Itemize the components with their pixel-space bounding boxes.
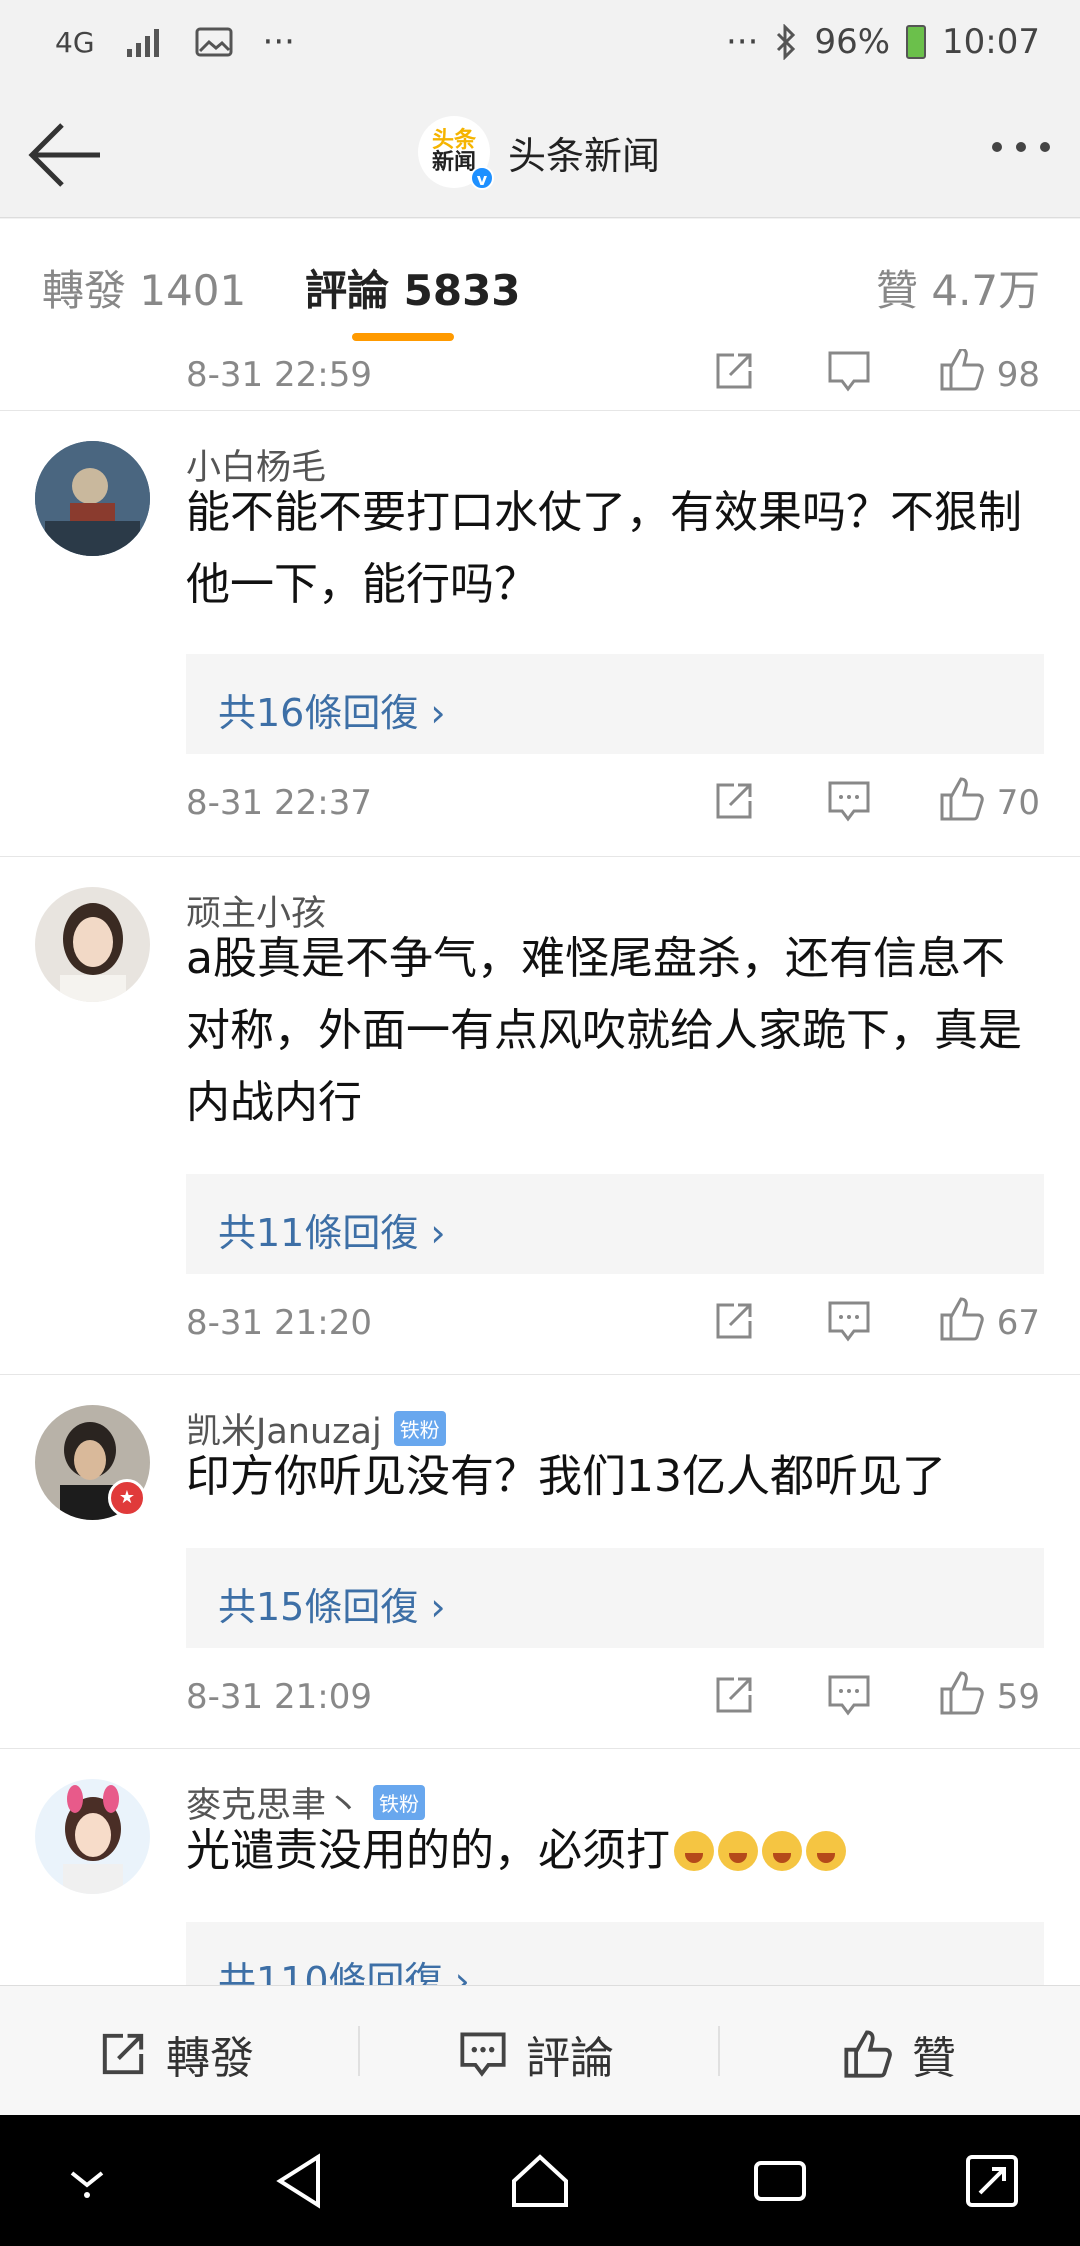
comment-icon[interactable]: [826, 779, 872, 823]
replies-count: 共16條回復 ›: [218, 691, 446, 735]
verified-badge-icon: v: [470, 166, 494, 190]
replies-link[interactable]: 共15條回復 ›: [186, 1548, 1044, 1648]
clock: 10:07: [942, 22, 1040, 62]
repost-button[interactable]: 轉發: [98, 2022, 254, 2086]
like-label: 贊: [912, 2033, 956, 2084]
comment-time: 8-31 22:37: [186, 783, 372, 823]
more-notifications: ···: [262, 22, 295, 62]
hide-keyboard-icon[interactable]: [62, 2161, 112, 2201]
like-button[interactable]: 贊: [842, 2022, 956, 2086]
more-options-icon[interactable]: [992, 142, 1050, 152]
comment-meta: 8-31 21:20 67: [186, 1295, 1046, 1355]
comment-list[interactable]: 8-31 22:59 98 小白杨毛 能不能不要打口水仗了，有效果吗？不狠制他一…: [0, 349, 1080, 1985]
like-count: 98: [996, 355, 1040, 395]
like-count: 59: [996, 1677, 1040, 1717]
comment-button[interactable]: 評論: [458, 2022, 614, 2086]
comment-meta: 8-31 21:09 59: [186, 1669, 1046, 1729]
recents-nav-icon[interactable]: [750, 2151, 810, 2211]
tab-indicator: [352, 333, 454, 341]
repost-label: 轉發: [166, 2033, 254, 2084]
comment-text: 光谴责没用的的，必须打: [186, 1815, 1046, 1887]
like-count: 67: [996, 1303, 1040, 1343]
verified-star-icon: ★: [108, 1479, 146, 1517]
bottom-action-bar: 轉發 評論 贊: [0, 1985, 1080, 2115]
tab-likes[interactable]: 贊 4.7万: [876, 257, 1040, 318]
comment-text: a股真是不争气，难怪尾盘杀，还有信息不对称，外面一有点风吹就给人家跪下，真是内战…: [186, 933, 1022, 1128]
like-icon: [844, 2030, 892, 2078]
share-icon: [102, 2033, 144, 2075]
comment-time: 8-31 21:09: [186, 1677, 372, 1717]
comment-time: 8-31 21:20: [186, 1303, 372, 1343]
comment-item: 小白杨毛 能不能不要打口水仗了，有效果吗？不狠制他一下，能行吗？ 共16條回復 …: [0, 411, 1080, 857]
replies-count: 共15條回復 ›: [218, 1585, 446, 1629]
like-icon[interactable]: [938, 1669, 986, 1717]
comment-icon: [460, 2032, 506, 2077]
like-icon[interactable]: [938, 349, 986, 393]
account-info[interactable]: 头条 新闻 v 头条新闻: [418, 116, 661, 190]
comment-icon[interactable]: [826, 349, 872, 393]
comment-item: 顽主小孩 a股真是不争气，难怪尾盘杀，还有信息不对称，外面一有点风吹就给人家跪下…: [0, 857, 1080, 1375]
comment-text-content: 光谴责没用的的，必须打: [186, 1825, 670, 1876]
comment-time: 8-31 22:59: [186, 355, 372, 395]
angry-emoji-icon: [806, 1831, 846, 1871]
home-nav-icon[interactable]: [508, 2151, 572, 2211]
tab-repost[interactable]: 轉發 1401: [42, 257, 246, 318]
comment-icon[interactable]: [826, 1673, 872, 1717]
comment-item: ★ 凯米Januzaj 铁粉 印方你听见没有？我们13亿人都听见了 共15條回復…: [0, 1375, 1080, 1749]
divider: [358, 2026, 360, 2076]
avatar[interactable]: [35, 887, 150, 1002]
back-arrow-icon[interactable]: [28, 120, 108, 190]
angry-emoji-icon: [674, 1831, 714, 1871]
like-icon[interactable]: [938, 775, 986, 823]
replies-count: 共110條回復 ›: [218, 1959, 470, 1985]
angry-emoji-icon: [762, 1831, 802, 1871]
battery-icon: [906, 25, 927, 59]
logo-line2: 新闻: [431, 150, 476, 175]
bluetooth-icon: [777, 24, 796, 60]
like-icon[interactable]: [938, 1295, 986, 1343]
comment-text: 能不能不要打口水仗了，有效果吗？不狠制他一下，能行吗？: [186, 487, 1022, 610]
comment-label: 評論: [526, 2033, 614, 2084]
replies-link[interactable]: 共11條回復 ›: [186, 1174, 1044, 1274]
network-indicator: 4G: [55, 25, 95, 59]
status-dots: ···: [726, 22, 759, 62]
divider: [718, 2026, 720, 2076]
share-icon[interactable]: [712, 1299, 756, 1343]
back-nav-icon[interactable]: [272, 2151, 328, 2211]
status-bar: 4G ··· ··· 96% 10:07: [0, 0, 1080, 92]
system-navigation-bar: [0, 2115, 1080, 2246]
comment-item: 麥克思聿丶 铁粉 光谴责没用的的，必须打 共110條回復 ›: [0, 1749, 1080, 1985]
image-notification-icon: [195, 27, 233, 57]
replies-link[interactable]: 共110條回復 ›: [186, 1922, 1044, 1985]
rotate-screen-icon[interactable]: [962, 2151, 1022, 2211]
account-logo: 头条 新闻 v: [418, 116, 494, 190]
share-icon[interactable]: [712, 779, 756, 823]
tab-bar: 轉發 1401 評論 5833 贊 4.7万: [0, 219, 1080, 349]
replies-count: 共11條回復 ›: [218, 1211, 446, 1255]
share-icon[interactable]: [712, 349, 756, 393]
avatar[interactable]: [35, 1779, 150, 1894]
replies-link[interactable]: 共16條回復 ›: [186, 654, 1044, 754]
comment-icon[interactable]: [826, 1299, 872, 1343]
share-icon[interactable]: [712, 1673, 756, 1717]
avatar[interactable]: [35, 441, 150, 556]
comment-text: 印方你听见没有？我们13亿人都听见了: [186, 1451, 946, 1502]
page-title: 头条新闻: [508, 133, 661, 178]
header: 头条 新闻 v 头条新闻: [0, 92, 1080, 218]
tab-comments[interactable]: 評論 5833: [305, 257, 521, 318]
like-count: 70: [996, 783, 1040, 823]
logo-line1: 头条: [431, 128, 476, 153]
battery-percent: 96%: [814, 22, 891, 62]
signal-icon: [126, 29, 159, 57]
comment-meta-partial: 8-31 22:59 98: [0, 349, 1080, 411]
angry-emoji-icon: [718, 1831, 758, 1871]
comment-meta: 8-31 22:37 70: [186, 775, 1046, 835]
